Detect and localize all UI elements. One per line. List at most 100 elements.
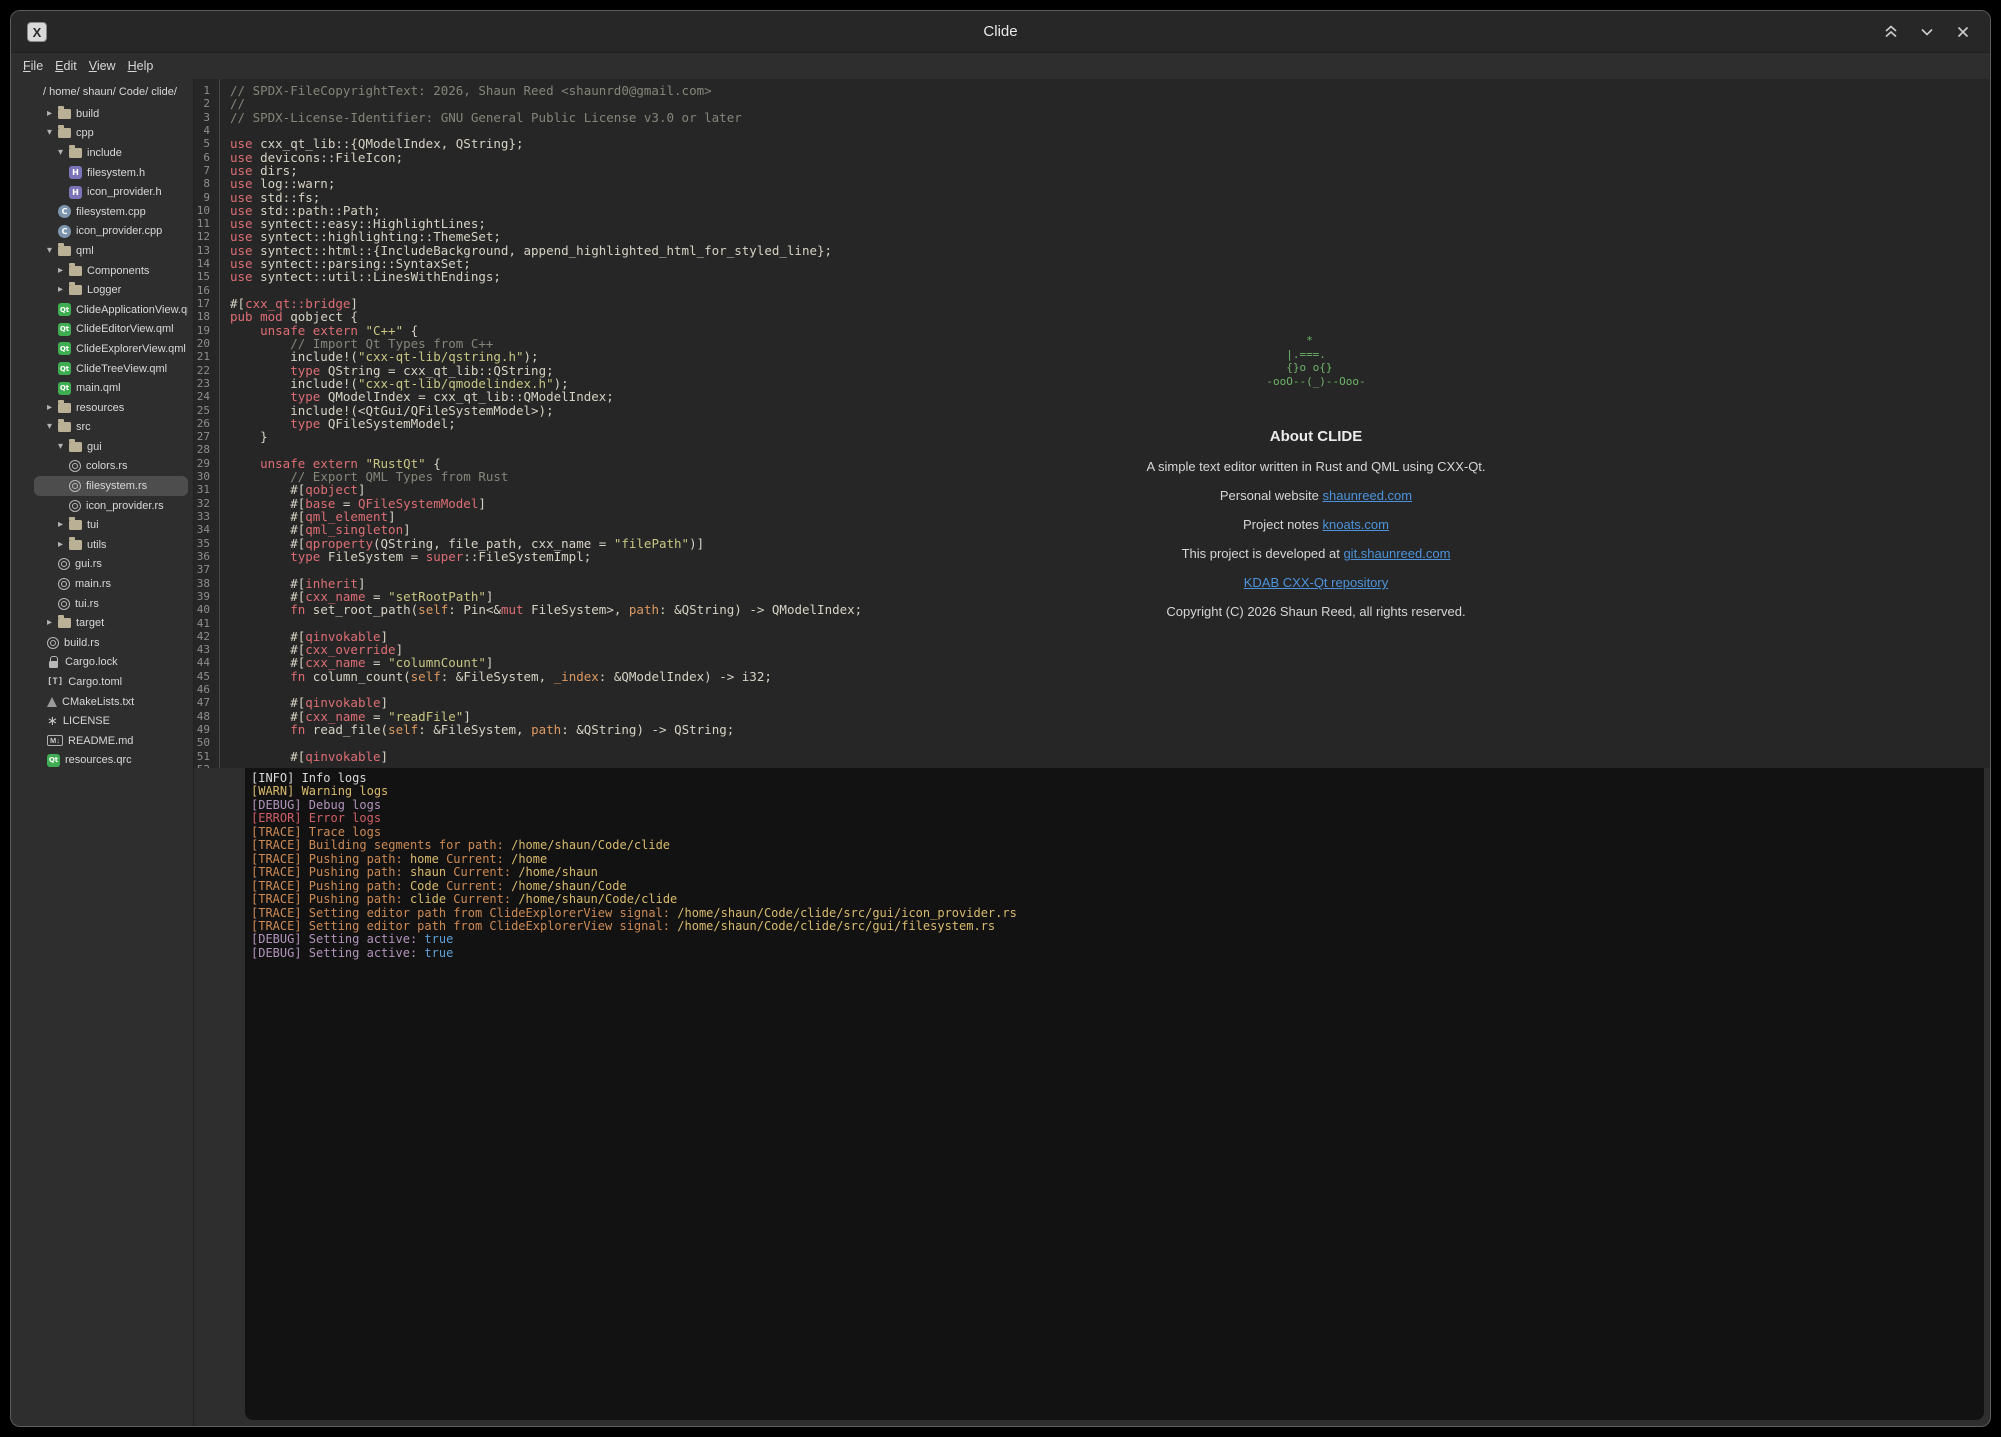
- line-number: 10: [194, 204, 210, 217]
- chevron-right-icon[interactable]: ▸: [58, 285, 69, 295]
- menu-file[interactable]: File: [17, 57, 49, 75]
- code-text: fn read_file(self: &FileSystem, path: &Q…: [230, 723, 734, 736]
- menu-view[interactable]: View: [83, 57, 122, 75]
- code-line: 11use syntect::easy::HighlightLines;: [194, 217, 1990, 230]
- markdown-file-icon: M↓: [47, 735, 63, 746]
- tree-item-clidetreeview-qml[interactable]: QtClideTreeView.qml: [34, 359, 188, 379]
- code-text: use devicons::FileIcon;: [230, 151, 403, 164]
- tree-item-label: ClideExplorerView.qml: [76, 343, 186, 355]
- log-line: [TRACE] Trace logs: [251, 826, 1978, 839]
- sidebar-path-breadcrumb[interactable]: / home/ shaun/ Code/ clide/: [11, 79, 193, 104]
- tree-item-label: ClideApplicationView.qml: [76, 304, 188, 316]
- line-number: 21: [194, 350, 210, 363]
- chevron-down-icon[interactable]: ▾: [47, 128, 58, 138]
- code-line: 13use syntect::html::{IncludeBackground,…: [194, 244, 1990, 257]
- titlebar[interactable]: X Clide: [11, 11, 1990, 53]
- tree-item-readme-md[interactable]: M↓ README.md: [34, 731, 188, 751]
- tree-item-main-rs[interactable]: main.rs: [34, 574, 188, 594]
- tree-item-resources[interactable]: ▸resources: [34, 398, 188, 418]
- line-number: 15: [194, 270, 210, 283]
- line-number: 14: [194, 257, 210, 270]
- tree-item-include[interactable]: ▾include: [34, 143, 188, 163]
- about-link-line: KDAB CXX-Qt repository: [1016, 575, 1616, 590]
- log-line: [TRACE] Pushing path: clide Current: /ho…: [251, 893, 1978, 906]
- rust-file-icon: [47, 637, 59, 649]
- tree-item-license[interactable]: ∗LICENSE: [34, 711, 188, 731]
- tree-item-filesystem-rs[interactable]: filesystem.rs: [34, 476, 188, 496]
- log-segment: [DEBUG] Setting active:: [251, 932, 424, 946]
- lock-icon: [49, 661, 58, 668]
- tree-item-filesystem-cpp[interactable]: Cfilesystem.cpp: [34, 202, 188, 222]
- code-editor[interactable]: 1// SPDX-FileCopyrightText: 2026, Shaun …: [194, 79, 1990, 768]
- line-number: 29: [194, 457, 210, 470]
- code-text: #[qinvokable]: [230, 696, 388, 709]
- log-line: [TRACE] Building segments for path: /hom…: [251, 839, 1978, 852]
- about-link-knoats-com[interactable]: knoats.com: [1323, 517, 1389, 532]
- shade-button[interactable]: [1882, 23, 1900, 41]
- tree-item-cargo-toml[interactable]: [T]Cargo.toml: [34, 672, 188, 692]
- tree-item-filesystem-h[interactable]: Hfilesystem.h: [34, 163, 188, 183]
- line-number: 24: [194, 390, 210, 403]
- tree-item-src[interactable]: ▾src: [34, 418, 188, 438]
- menu-edit[interactable]: Edit: [49, 57, 83, 75]
- chevron-down-icon[interactable]: ▾: [47, 246, 58, 256]
- line-number: 39: [194, 590, 210, 603]
- about-link-git-shaunreed-com[interactable]: git.shaunreed.com: [1343, 546, 1450, 561]
- tree-item-logger[interactable]: ▸Logger: [34, 280, 188, 300]
- tree-item-icon-provider-rs[interactable]: icon_provider.rs: [34, 496, 188, 516]
- tree-item-qml[interactable]: ▾qml: [34, 241, 188, 261]
- folder-icon: [58, 128, 71, 138]
- tree-item-target[interactable]: ▸target: [34, 613, 188, 633]
- tree-item-main-qml[interactable]: Qtmain.qml: [34, 378, 188, 398]
- tree-item-clideapplicationview-qml[interactable]: QtClideApplicationView.qml: [34, 300, 188, 320]
- tree-item-cmakelists-txt[interactable]: CMakeLists.txt: [34, 692, 188, 712]
- tree-item-label: Components: [87, 265, 149, 277]
- minimize-button[interactable]: [1918, 23, 1936, 41]
- code-line: 18pub mod qobject {: [194, 310, 1990, 323]
- code-text: fn column_count(self: &FileSystem, _inde…: [230, 670, 772, 683]
- chevron-down-icon[interactable]: ▾: [58, 148, 69, 158]
- folder-icon: [69, 285, 82, 295]
- tree-item-build-rs[interactable]: build.rs: [34, 633, 188, 653]
- tree-item-gui[interactable]: ▾gui: [34, 437, 188, 457]
- tree-item-build[interactable]: ▸build: [34, 104, 188, 124]
- code-token: ::FileSystemImpl;: [463, 549, 591, 564]
- tree-item-gui-rs[interactable]: gui.rs: [34, 555, 188, 575]
- code-text: use syntect::util::LinesWithEndings;: [230, 270, 501, 283]
- about-link-shaunreed-com[interactable]: shaunreed.com: [1323, 488, 1413, 503]
- tree-item-cargo-lock[interactable]: Cargo.lock: [34, 653, 188, 673]
- tree-item-colors-rs[interactable]: colors.rs: [34, 457, 188, 477]
- chevron-right-icon[interactable]: ▸: [47, 403, 58, 413]
- tree-item-tui[interactable]: ▸tui: [34, 515, 188, 535]
- chevron-right-icon[interactable]: ▸: [47, 109, 58, 119]
- chevron-down-icon[interactable]: ▾: [47, 422, 58, 432]
- chevron-right-icon[interactable]: ▸: [58, 520, 69, 530]
- code-token: self: [411, 669, 441, 684]
- tree-item-tui-rs[interactable]: tui.rs: [34, 594, 188, 614]
- code-text: #[cxx_name = "columnCount"]: [230, 656, 493, 669]
- tree-item-resources-qrc[interactable]: Qtresources.qrc: [34, 751, 188, 771]
- line-number: 51: [194, 750, 210, 763]
- code-line: 3// SPDX-License-Identifier: GNU General…: [194, 111, 1990, 124]
- about-link-kdab-cxx-qt-repository[interactable]: KDAB CXX-Qt repository: [1244, 575, 1389, 590]
- code-text: type FileSystem = super::FileSystemImpl;: [230, 550, 591, 563]
- tree-item-components[interactable]: ▸ Components: [34, 261, 188, 281]
- tree-item-label: tui.rs: [75, 598, 99, 610]
- tree-item-utils[interactable]: ▸utils: [34, 535, 188, 555]
- tree-item-icon-provider-h[interactable]: Hicon_provider.h: [34, 182, 188, 202]
- chevron-right-icon[interactable]: ▸: [58, 266, 69, 276]
- chevron-right-icon[interactable]: ▸: [58, 540, 69, 550]
- code-text: include!("cxx-qt-lib/qstring.h");: [230, 350, 539, 363]
- close-button[interactable]: [1954, 23, 1972, 41]
- code-token: #[: [230, 749, 305, 764]
- double-chevron-up-icon: [1883, 24, 1899, 40]
- tree-item-icon-provider-cpp[interactable]: Cicon_provider.cpp: [34, 222, 188, 242]
- tree-item-clideexplorerview-qml[interactable]: QtClideExplorerView.qml: [34, 339, 188, 359]
- tree-item-cpp[interactable]: ▾cpp: [34, 124, 188, 144]
- chevron-down-icon[interactable]: ▾: [58, 442, 69, 452]
- tree-item-label: README.md: [68, 735, 133, 747]
- chevron-right-icon[interactable]: ▸: [47, 618, 58, 628]
- log-segment: /home/shaun/Code: [511, 879, 627, 893]
- tree-item-clideeditorview-qml[interactable]: QtClideEditorView.qml: [34, 320, 188, 340]
- menu-help[interactable]: Help: [122, 57, 160, 75]
